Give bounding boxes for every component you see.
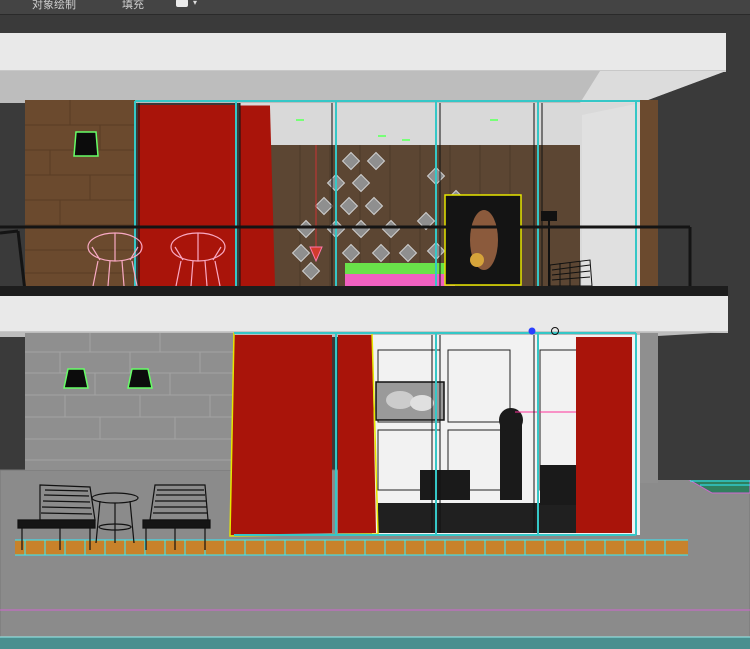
pool-edge <box>0 637 750 649</box>
3d-perspective-viewport[interactable] <box>0 15 750 649</box>
upper-wood-wall <box>25 100 135 286</box>
ribbon-toolbar: 对象绘制 填充 ▾ <box>0 0 750 15</box>
lower-curtain-middle <box>338 335 376 533</box>
upper-curtain-right <box>240 107 275 286</box>
menu-object-paint[interactable]: 对象绘制 <box>32 0 76 12</box>
viewport-display-icon[interactable] <box>176 0 188 7</box>
wall-lamp-lower-left <box>63 368 89 389</box>
3dsmax-window: 对象绘制 填充 ▾ <box>0 0 750 649</box>
roof-slab <box>0 33 726 71</box>
lower-curtain-left <box>230 335 332 535</box>
lower-curtain-right <box>576 337 632 533</box>
wall-lamp-upper <box>73 131 99 157</box>
chevron-down-icon[interactable]: ▾ <box>193 0 197 8</box>
scene-canvas <box>0 15 750 649</box>
gizmo-handle-blue[interactable] <box>528 327 536 335</box>
wall-lamp-lower-right <box>127 368 153 389</box>
menu-populate[interactable]: 填充 <box>122 0 144 12</box>
upper-curtain-left <box>138 105 236 286</box>
wood-deck <box>15 540 688 555</box>
